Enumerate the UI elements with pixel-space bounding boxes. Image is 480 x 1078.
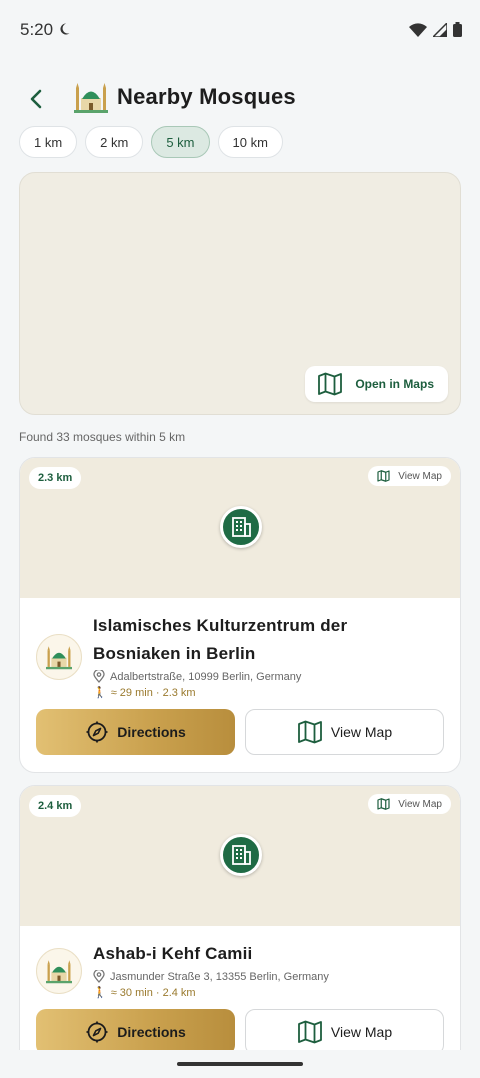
building-icon: [232, 517, 251, 537]
chip-10km[interactable]: 10 km: [217, 126, 283, 158]
map-icon: [377, 470, 390, 482]
mosque-name-line2: Bosniaken in Berlin: [93, 644, 256, 663]
chip-2km[interactable]: 2 km: [85, 126, 144, 158]
battery-icon: [453, 22, 462, 37]
mosque-name-line1: Islamisches Kulturzentrum der: [93, 616, 348, 635]
building-icon: [232, 845, 251, 865]
walk-info-text: ≈ 30 min · 2.4 km: [110, 986, 196, 999]
distance-badge: 2.3 km: [29, 467, 82, 489]
mosque-name: Ashab-i Kehf Camii: [93, 940, 444, 968]
view-map-chip-label: View Map: [398, 798, 442, 810]
mosque-name-line1: Ashab-i Kehf Camii: [93, 944, 253, 963]
map-preview[interactable]: Open in Maps: [19, 172, 461, 415]
walk-info: 🚶 ≈ 29 min · 2.3 km: [93, 686, 444, 700]
mosque-card[interactable]: 2.3 km View Map Islamisches Kulturzentru…: [19, 457, 461, 773]
status-bar: 5:20: [0, 0, 480, 62]
mosque-avatar: [36, 948, 82, 994]
distance-badge: 2.4 km: [29, 795, 82, 817]
directions-label: Directions: [117, 1024, 186, 1040]
walking-person-icon: 🚶: [93, 687, 107, 699]
mosque-avatar: [36, 634, 82, 680]
card-map-preview[interactable]: 2.4 km View Map: [20, 786, 460, 926]
back-arrow-icon[interactable]: [24, 86, 50, 112]
mosque-address-text: Jasmunder Straße 3, 13355 Berlin, German…: [110, 970, 329, 983]
mosque-address: Adalbertstraße, 10999 Berlin, Germany: [93, 670, 444, 683]
app-header: Nearby Mosques: [0, 78, 480, 118]
view-map-button[interactable]: View Map: [245, 1009, 444, 1055]
status-icons: [409, 22, 462, 37]
directions-button[interactable]: Directions: [36, 709, 235, 755]
status-time: 5:20: [20, 20, 54, 39]
walking-person-icon: 🚶: [93, 987, 107, 999]
location-pin: [220, 506, 262, 548]
card-map-preview[interactable]: 2.3 km View Map: [20, 458, 460, 598]
mosque-icon: [46, 646, 72, 670]
mosque-address-text: Adalbertstraße, 10999 Berlin, Germany: [110, 670, 302, 683]
location-pin-icon: [93, 670, 105, 683]
view-map-chip-label: View Map: [398, 470, 442, 482]
mosque-address: Jasmunder Straße 3, 13355 Berlin, German…: [93, 970, 444, 983]
moon-icon: [60, 23, 70, 35]
chip-5km[interactable]: 5 km: [151, 126, 210, 158]
results-summary: Found 33 mosques within 5 km: [19, 430, 186, 444]
walk-info-text: ≈ 29 min · 2.3 km: [110, 686, 196, 699]
mosque-icon: [74, 83, 108, 113]
location-pin-icon: [93, 970, 105, 983]
mosque-icon: [46, 960, 72, 984]
mosque-card[interactable]: 2.4 km View Map Ashab-i Kehf Camii Jasmu…: [19, 785, 461, 1075]
page-title: Nearby Mosques: [117, 84, 296, 109]
view-map-button[interactable]: View Map: [245, 709, 444, 755]
view-map-chip[interactable]: View Map: [368, 794, 451, 814]
map-icon: [297, 1020, 322, 1044]
directions-label: Directions: [117, 724, 186, 740]
walk-info: 🚶 ≈ 30 min · 2.4 km: [93, 986, 444, 1000]
directions-button[interactable]: Directions: [36, 1009, 235, 1055]
radius-filter: 1 km 2 km 5 km 10 km: [19, 126, 283, 158]
map-icon: [297, 720, 322, 744]
compass-icon: [86, 721, 108, 743]
map-icon: [318, 372, 343, 396]
open-in-maps-button[interactable]: Open in Maps: [305, 366, 448, 402]
gesture-nav-handle[interactable]: [177, 1062, 303, 1066]
view-map-label: View Map: [330, 1024, 393, 1040]
wifi-icon: [409, 22, 427, 37]
view-map-chip[interactable]: View Map: [368, 466, 451, 486]
location-pin: [220, 834, 262, 876]
compass-icon: [86, 1021, 108, 1043]
view-map-label: View Map: [330, 724, 393, 740]
map-icon: [377, 798, 390, 810]
chip-1km[interactable]: 1 km: [19, 126, 78, 158]
signal-icon: [433, 22, 447, 37]
mosque-name: Islamisches Kulturzentrum der Bosniaken …: [93, 612, 444, 668]
open-in-maps-label: Open in Maps: [355, 377, 434, 391]
